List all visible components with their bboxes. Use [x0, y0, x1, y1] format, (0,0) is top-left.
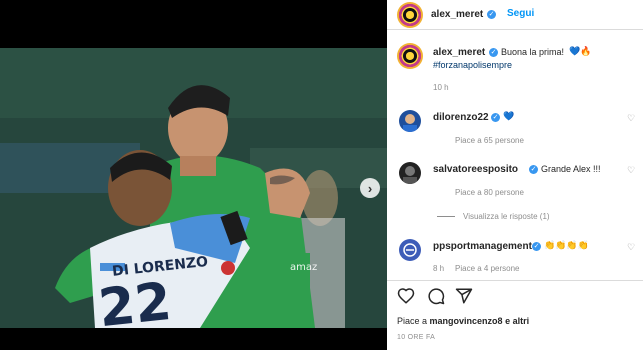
- view-replies-button[interactable]: Visualizza le risposte (1): [463, 212, 550, 221]
- post-media-area: DI LORENZO 22 amaz ›: [0, 0, 387, 350]
- comment-username[interactable]: salvatoreesposito: [433, 164, 518, 175]
- commenter-avatar[interactable]: [399, 110, 421, 132]
- liked-by-user[interactable]: mangovincenzo8: [430, 316, 503, 326]
- next-photo-button[interactable]: ›: [360, 178, 380, 198]
- share-icon[interactable]: [455, 287, 473, 305]
- heart-outline-icon[interactable]: ♡: [627, 242, 635, 253]
- caption-avatar[interactable]: [397, 43, 423, 69]
- caption-username[interactable]: alex_meret: [433, 47, 485, 58]
- liked-by-others[interactable]: e altri: [505, 316, 529, 326]
- caption-text: Buona la prima!: [501, 47, 565, 57]
- instagram-post-view: DI LORENZO 22 amaz › alex_meret ✓ Segui …: [0, 0, 643, 350]
- comment-likes[interactable]: Piace a 80 persone: [455, 188, 524, 197]
- comment-username[interactable]: ppsportmanagement: [433, 241, 532, 252]
- post-header: alex_meret ✓ Segui: [387, 0, 643, 30]
- svg-text:amaz: amaz: [290, 262, 317, 273]
- commenter-avatar[interactable]: [399, 162, 421, 184]
- follow-button[interactable]: Segui: [507, 8, 534, 19]
- comment-text: Grande Alex !!!: [541, 164, 601, 174]
- person-icon: [403, 166, 417, 184]
- verified-icon: ✓: [487, 10, 496, 19]
- comment-text: 💙: [503, 111, 515, 121]
- comment-icon[interactable]: [427, 287, 445, 305]
- author-avatar[interactable]: [397, 2, 423, 28]
- person-icon: [403, 114, 417, 132]
- caption-time[interactable]: 10 h: [433, 83, 449, 92]
- post-photo-illustration: DI LORENZO 22 amaz: [0, 48, 387, 328]
- caption-emojis: 💙🔥: [569, 46, 592, 56]
- post-details-panel: alex_meret ✓ Segui alex_meret ✓ Buona la…: [387, 0, 643, 350]
- caption-hashtag[interactable]: #forzanapolisempre: [433, 60, 512, 70]
- heart-outline-icon[interactable]: ♡: [627, 165, 635, 176]
- verified-icon: ✓: [491, 113, 500, 122]
- post-actions-bar: Piace a mangovincenzo8 e altri 10 ORE FA: [387, 280, 643, 350]
- author-username[interactable]: alex_meret: [431, 9, 483, 20]
- post-date[interactable]: 10 ORE FA: [397, 334, 435, 341]
- verified-icon: ✓: [529, 165, 538, 174]
- post-photo[interactable]: DI LORENZO 22 amaz: [0, 48, 387, 328]
- comment-likes[interactable]: Piace a 4 persone: [455, 264, 520, 273]
- liked-by-prefix: Piace a: [397, 316, 428, 326]
- pp-logo-icon: [403, 243, 417, 257]
- comment-username[interactable]: dilorenzo22: [433, 112, 489, 123]
- comment-text: 👏👏👏👏: [544, 240, 589, 250]
- verified-icon: ✓: [489, 48, 498, 57]
- verified-icon: ✓: [532, 242, 541, 251]
- heart-outline-icon[interactable]: ♡: [627, 113, 635, 124]
- jersey-number: 22: [96, 272, 174, 328]
- comment-time[interactable]: 8 h: [433, 264, 444, 273]
- heart-icon[interactable]: [397, 287, 415, 305]
- liked-by-text: Piace a mangovincenzo8 e altri: [397, 316, 529, 326]
- commenter-avatar[interactable]: [399, 239, 421, 261]
- replies-divider: [437, 216, 455, 217]
- comment-likes[interactable]: Piace a 65 persone: [455, 136, 524, 145]
